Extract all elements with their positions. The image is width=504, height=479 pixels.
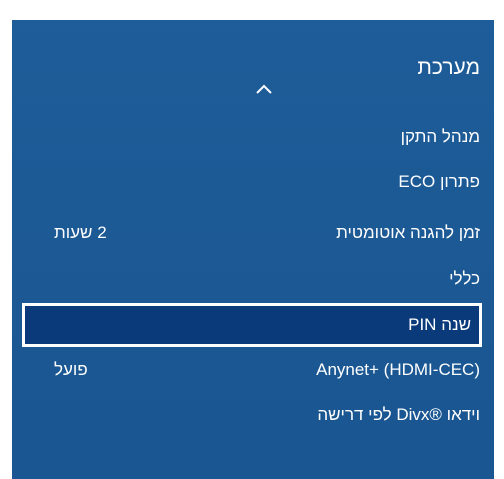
menu-item-divx-vod[interactable]: וידאו ®Divx לפי דרישה (12, 393, 494, 437)
menu-item-auto-protection-time[interactable]: זמן להגנה אוטומטית 2 שעות (12, 211, 494, 255)
menu-item-value: פועל (54, 360, 88, 379)
settings-panel: מערכת מנהל התקן פתרון ECO זמן להגנה אוטו… (12, 0, 494, 479)
menu-item-change-pin[interactable]: שנה PIN (22, 303, 482, 347)
menu-item-value: 2 שעות (54, 223, 107, 242)
top-border (12, 0, 494, 20)
menu-item-label: כללי (449, 269, 480, 288)
menu-item-label: זמן להגנה אוטומטית (336, 223, 480, 242)
menu-item-device-manager[interactable]: מנהל התקן (12, 115, 494, 159)
menu-item-label: שנה PIN (408, 315, 471, 334)
menu-item-general[interactable]: כללי (12, 257, 494, 301)
menu-title: מערכת (417, 56, 480, 79)
menu-item-anynet[interactable]: Anynet+ (HDMI-CEC) פועל (12, 348, 494, 392)
menu-item-eco-solution[interactable]: פתרון ECO (12, 160, 494, 204)
menu-item-label: וידאו ®Divx לפי דרישה (317, 405, 480, 424)
menu-item-label: Anynet+ (HDMI-CEC) (316, 360, 480, 379)
menu-item-label: מנהל התקן (400, 127, 480, 146)
chevron-up-icon[interactable] (253, 78, 275, 100)
menu-item-label: פתרון ECO (398, 172, 480, 191)
